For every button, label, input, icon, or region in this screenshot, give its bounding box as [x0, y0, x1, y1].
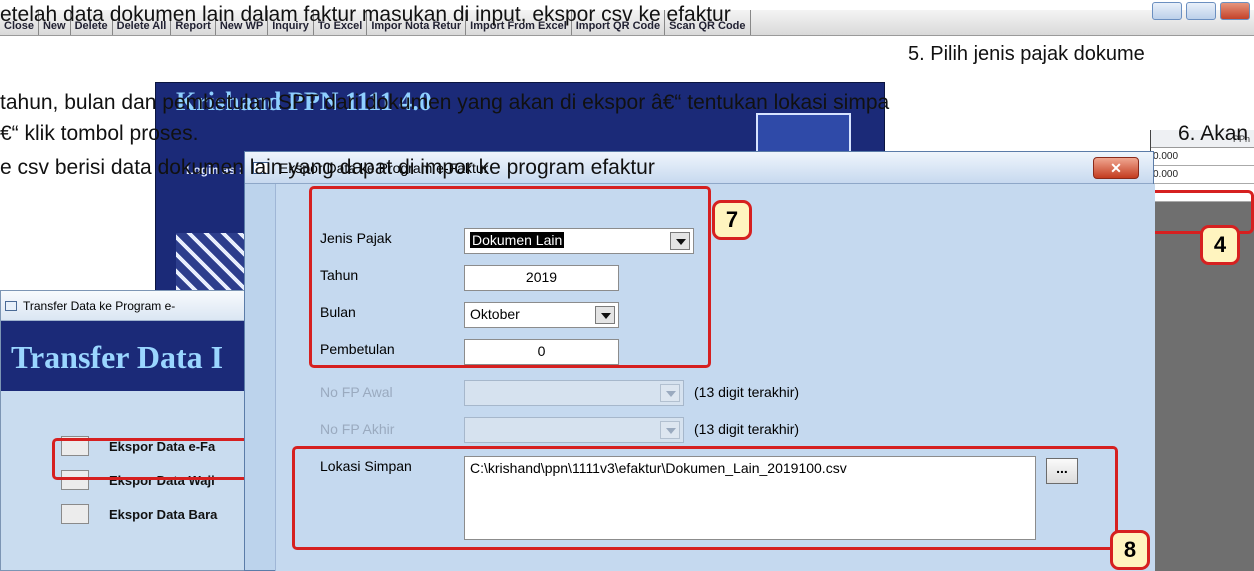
no-fp-akhir-select[interactable] [464, 417, 684, 443]
maximize-icon[interactable] [1186, 2, 1216, 20]
instruction-line-4: e csv berisi data dokumen lain yang dapa… [0, 156, 655, 179]
step-badge-8: 8 [1110, 530, 1150, 570]
no-fp-awal-hint: (13 digit terakhir) [694, 384, 800, 400]
window-controls [1152, 2, 1250, 20]
close-window-icon[interactable] [1220, 2, 1250, 20]
chevron-down-icon[interactable] [660, 384, 680, 402]
transfer-item-label: Ekspor Data Bara [109, 506, 218, 522]
dialog-close-button[interactable]: ✕ [1093, 157, 1139, 179]
instruction-line-1: etelah data dokumen lain dalam faktur ma… [0, 3, 731, 26]
step-badge-4: 4 [1200, 225, 1240, 265]
instruction-line-1b: 5. Pilih jenis pajak dokume [908, 43, 1145, 65]
instruction-line-3b: 6. Akan [1178, 122, 1249, 145]
step-badge-7: 7 [712, 200, 752, 240]
minimize-icon[interactable] [1152, 2, 1182, 20]
transfer-window-title: Transfer Data ke Program e- [23, 299, 176, 313]
no-fp-awal-label: No FP Awal [320, 384, 393, 400]
grid-cell: 0.000 [1151, 148, 1254, 166]
form-highlight-8 [292, 446, 1118, 550]
form-highlight-7 [309, 186, 711, 368]
checkbox-icon[interactable] [61, 504, 89, 524]
instruction-line-3a: €“ klik tombol proses. [0, 122, 199, 145]
no-fp-akhir-label: No FP Akhir [320, 421, 395, 437]
chevron-down-icon[interactable] [660, 421, 680, 439]
window-icon [5, 301, 17, 311]
background-button[interactable] [756, 113, 851, 153]
instruction-line-2: tahun, bulan dan pembetulan SPT dari dok… [0, 91, 890, 114]
grid-cell: 0.000 [1151, 166, 1254, 184]
no-fp-akhir-hint: (13 digit terakhir) [694, 421, 800, 437]
no-fp-awal-select[interactable] [464, 380, 684, 406]
